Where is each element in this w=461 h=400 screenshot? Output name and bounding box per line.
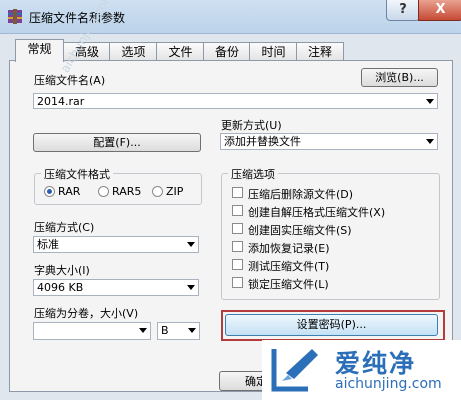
compression-method-label: 压缩方式(C) <box>34 221 95 234</box>
dictionary-size-value: 4096 KB <box>37 281 84 294</box>
format-rar-label: RAR <box>58 185 81 198</box>
tab-general[interactable]: 常规 <box>15 39 64 62</box>
profiles-button[interactable]: 配置(F)... <box>33 133 201 152</box>
set-password-button[interactable]: 设置密码(P)... <box>225 314 438 336</box>
format-rar5-radio[interactable] <box>98 186 109 197</box>
update-mode-label: 更新方式(U) <box>221 119 282 132</box>
split-volumes-label: 压缩为分卷，大小(V) <box>34 307 139 320</box>
split-volumes-size-combo[interactable] <box>33 322 151 340</box>
create-sfx-checkbox[interactable] <box>232 205 243 216</box>
compression-method-value: 标准 <box>37 238 59 251</box>
format-zip-radio[interactable] <box>152 186 163 197</box>
help-button[interactable]: ? <box>386 0 420 21</box>
tab-backup[interactable]: 备份 <box>203 42 251 61</box>
watermark-url: aichunjing.com <box>335 376 442 392</box>
chevron-down-icon[interactable] <box>187 285 195 290</box>
archive-name-value: 2014.rar <box>37 95 85 108</box>
archive-name-combo[interactable]: 2014.rar <box>33 93 438 109</box>
dictionary-size-select[interactable]: 4096 KB <box>33 279 199 296</box>
dictionary-size-label: 字典大小(I) <box>34 264 90 277</box>
archive-format-group: 压缩文件格式 RAR RAR5 ZIP <box>34 166 202 205</box>
archive-format-title: 压缩文件格式 <box>41 166 113 182</box>
format-rar5-label: RAR5 <box>112 185 142 198</box>
archiving-options-group: 压缩选项 压缩后删除源文件(D) 创建自解压格式压缩文件(X) 创建固实压缩文件… <box>221 166 440 300</box>
winrar-archive-icon <box>8 9 22 24</box>
solid-archive-checkbox[interactable] <box>232 223 243 234</box>
test-archive-checkbox[interactable] <box>232 259 243 270</box>
chevron-down-icon[interactable] <box>426 99 434 104</box>
chevron-down-icon[interactable] <box>187 242 195 247</box>
window-title: 压缩文件名和参数 <box>29 11 126 25</box>
test-archive-label: 测试压缩文件(T) <box>248 260 330 273</box>
chevron-down-icon[interactable] <box>188 328 196 333</box>
format-zip-label: ZIP <box>166 185 184 198</box>
delete-files-checkbox[interactable] <box>232 187 243 198</box>
chevron-down-icon[interactable] <box>139 328 147 333</box>
split-volumes-unit: B <box>161 324 169 337</box>
tab-time[interactable]: 时间 <box>249 42 298 61</box>
tab-comment[interactable]: 注释 <box>296 42 344 61</box>
close-button[interactable]: X <box>418 0 461 21</box>
watermark-text: 爱纯净 <box>335 349 417 378</box>
tab-options[interactable]: 选项 <box>109 42 158 61</box>
compression-method-select[interactable]: 标准 <box>33 236 199 253</box>
split-volumes-unit-select[interactable]: B <box>157 322 200 340</box>
create-sfx-label: 创建自解压格式压缩文件(X) <box>248 206 386 219</box>
recovery-record-checkbox[interactable] <box>232 241 243 252</box>
archiving-options-title: 压缩选项 <box>228 166 278 182</box>
format-rar-radio[interactable] <box>44 186 55 197</box>
chevron-down-icon[interactable] <box>426 139 434 144</box>
solid-archive-label: 创建固实压缩文件(S) <box>248 224 352 237</box>
update-mode-select[interactable]: 添加并替换文件 <box>220 133 438 150</box>
recovery-record-label: 添加恢复记录(E) <box>248 242 330 255</box>
lock-archive-checkbox[interactable] <box>232 277 243 288</box>
browse-button[interactable]: 浏览(B)... <box>361 68 438 87</box>
watermark-logo <box>271 349 318 392</box>
update-mode-value: 添加并替换文件 <box>224 135 301 148</box>
tab-files[interactable]: 文件 <box>156 42 205 61</box>
delete-files-label: 压缩后删除源文件(D) <box>248 188 354 201</box>
lock-archive-label: 锁定压缩文件(L) <box>248 278 329 291</box>
